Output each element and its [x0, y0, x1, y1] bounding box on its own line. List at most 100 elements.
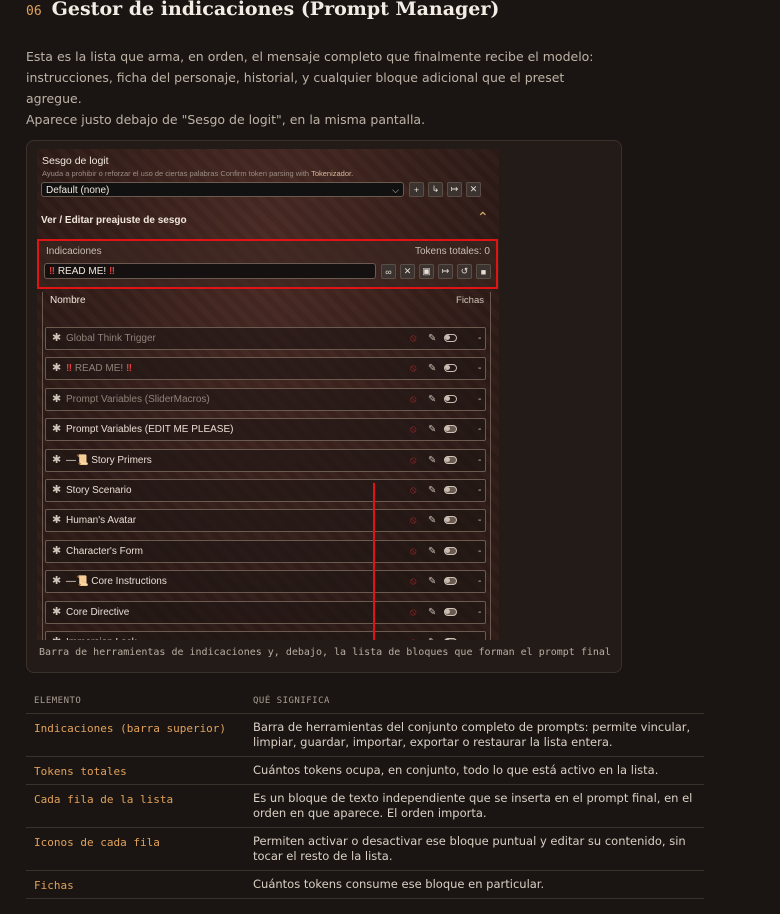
pencil-icon[interactable]: ✎: [428, 541, 436, 562]
list-item[interactable]: ✱ Human's Avatar ⦸ ✎ -: [45, 509, 486, 532]
drag-handle-icon[interactable]: ✱: [52, 541, 61, 562]
confirm-text: Confirm token parsing with: [220, 169, 310, 178]
drag-handle-icon[interactable]: ✱: [52, 602, 61, 623]
export-icon: ↦: [450, 184, 459, 194]
drag-handle-icon[interactable]: ✱: [52, 632, 61, 640]
list-item[interactable]: ✱ Story Scenario ⦸ ✎ -: [45, 479, 486, 502]
prompt-name: Immersion Lock: [66, 632, 137, 640]
toggle-switch[interactable]: [444, 547, 457, 555]
unlink-icon[interactable]: ⦸: [410, 358, 417, 379]
prompts-label: Indicaciones: [46, 246, 102, 257]
pencil-icon[interactable]: ✎: [428, 328, 436, 349]
export-button[interactable]: ■: [476, 264, 491, 279]
reference-table: ELEMENTO QUÉ SIGNIFICA Indicaciones (bar…: [26, 689, 704, 899]
list-item[interactable]: ✱ —📜 Core Instructions ⦸ ✎ -: [45, 570, 486, 593]
export-icon: ■: [480, 266, 487, 277]
table-header-row: ELEMENTO QUÉ SIGNIFICA: [26, 689, 704, 714]
bias-preset-select[interactable]: Default (none) ⌵: [41, 182, 404, 197]
exclamation-icon: ‼: [49, 266, 56, 277]
save-icon: ▣: [422, 266, 431, 276]
toggle-switch[interactable]: [444, 486, 457, 494]
toggle-switch[interactable]: [444, 638, 457, 640]
clear-button[interactable]: ✕: [400, 264, 415, 279]
drag-handle-icon[interactable]: ✱: [52, 571, 61, 592]
toggle-switch[interactable]: [444, 456, 457, 464]
chevron-up-icon[interactable]: ⌃: [477, 209, 489, 226]
drag-handle-icon[interactable]: ✱: [52, 510, 61, 531]
unlink-icon[interactable]: ⦸: [410, 510, 417, 531]
unlink-icon[interactable]: ⦸: [410, 389, 417, 410]
prompt-name: Global Think Trigger: [66, 333, 156, 344]
toggle-switch[interactable]: [444, 395, 457, 403]
export-preset-button[interactable]: ↦: [447, 182, 462, 197]
figure-card: Sesgo de logit Ayuda a prohibir o reforz…: [26, 140, 622, 673]
list-item[interactable]: ✱ Prompt Variables (EDIT ME PLEASE) ⦸ ✎ -: [45, 418, 486, 441]
meaning-cell: Permiten activar o desactivar ese bloque…: [245, 827, 704, 871]
toggle-switch[interactable]: [444, 425, 457, 433]
tokenizer-link[interactable]: Tokenizador.: [311, 169, 353, 178]
link-button[interactable]: ∞: [381, 264, 396, 279]
prompt-name: Human's Avatar: [66, 515, 137, 526]
import-button[interactable]: ↦: [438, 264, 453, 279]
intro-line: Esta es la lista que arma, en orden, el …: [26, 49, 594, 64]
row-tokens: -: [478, 333, 482, 344]
unlink-icon[interactable]: ⦸: [410, 541, 417, 562]
add-preset-button[interactable]: +: [409, 182, 424, 197]
chevron-down-icon: ⌵: [392, 185, 399, 195]
drag-handle-icon[interactable]: ✱: [52, 480, 61, 501]
unlink-icon[interactable]: ⦸: [410, 328, 417, 349]
pencil-icon[interactable]: ✎: [428, 480, 436, 501]
list-item[interactable]: ✱ ‼ READ ME! ‼ ⦸ ✎ -: [45, 357, 486, 380]
import-preset-button[interactable]: ↳: [428, 182, 443, 197]
list-item[interactable]: ✱ Character's Form ⦸ ✎ -: [45, 540, 486, 563]
list-item[interactable]: ✱ Immersion Lock ⦸ ✎ -: [45, 631, 486, 640]
unlink-icon[interactable]: ⦸: [410, 632, 417, 640]
list-item[interactable]: ✱ —📜 Story Primers ⦸ ✎ -: [45, 449, 486, 472]
pencil-icon[interactable]: ✎: [428, 419, 436, 440]
unlink-icon[interactable]: ⦸: [410, 480, 417, 501]
unlink-icon[interactable]: ⦸: [410, 571, 417, 592]
drag-handle-icon[interactable]: ✱: [52, 328, 61, 349]
prompt-name-text: READ ME!: [74, 363, 124, 374]
list-item[interactable]: ✱ Global Think Trigger ⦸ ✎ -: [45, 327, 486, 350]
drag-handle-icon[interactable]: ✱: [52, 389, 61, 410]
exclamation-icon: ‼: [108, 266, 115, 277]
toggle-switch[interactable]: [444, 608, 457, 616]
toggle-switch[interactable]: [444, 516, 457, 524]
edit-bias-toggle[interactable]: Ver / Editar preajuste de sesgo: [41, 215, 187, 226]
intro-paragraph: Esta es la lista que arma, en orden, el …: [26, 46, 606, 130]
drag-handle-icon[interactable]: ✱: [52, 358, 61, 379]
pencil-icon[interactable]: ✎: [428, 358, 436, 379]
delete-preset-button[interactable]: ✕: [466, 182, 481, 197]
trash-icon: ✕: [469, 184, 478, 194]
close-icon: ✕: [403, 266, 412, 276]
drag-handle-icon[interactable]: ✱: [52, 419, 61, 440]
unlink-icon[interactable]: ⦸: [410, 602, 417, 623]
pencil-icon[interactable]: ✎: [428, 602, 436, 623]
import-icon: ↳: [431, 184, 440, 194]
drag-handle-icon[interactable]: ✱: [52, 450, 61, 471]
import-icon: ↦: [441, 266, 450, 276]
toggle-switch[interactable]: [444, 364, 457, 372]
prompt-select[interactable]: ‼ READ ME! ‼: [44, 263, 376, 279]
pencil-icon[interactable]: ✎: [428, 389, 436, 410]
toggle-switch[interactable]: [444, 334, 457, 342]
pencil-icon[interactable]: ✎: [428, 510, 436, 531]
undo-icon: ↺: [460, 266, 469, 276]
element-cell: Fichas: [26, 870, 245, 899]
meaning-cell: Es un bloque de texto independiente que …: [245, 784, 704, 828]
list-item[interactable]: ✱ Prompt Variables (SliderMacros) ⦸ ✎ -: [45, 388, 486, 411]
unlink-icon[interactable]: ⦸: [410, 450, 417, 471]
unlink-icon[interactable]: ⦸: [410, 419, 417, 440]
prompt-name: —📜 Story Primers: [66, 455, 152, 466]
pencil-icon[interactable]: ✎: [428, 571, 436, 592]
restore-button[interactable]: ↺: [457, 264, 472, 279]
list-item[interactable]: ✱ Core Directive ⦸ ✎ -: [45, 601, 486, 624]
toggle-switch[interactable]: [444, 577, 457, 585]
pencil-icon[interactable]: ✎: [428, 632, 436, 640]
meaning-cell: Barra de herramientas del conjunto compl…: [245, 713, 704, 757]
pencil-icon[interactable]: ✎: [428, 450, 436, 471]
column-tokens-header: Fichas: [456, 295, 484, 306]
bias-preset-value: Default (none): [46, 185, 110, 196]
save-button[interactable]: ▣: [419, 264, 434, 279]
